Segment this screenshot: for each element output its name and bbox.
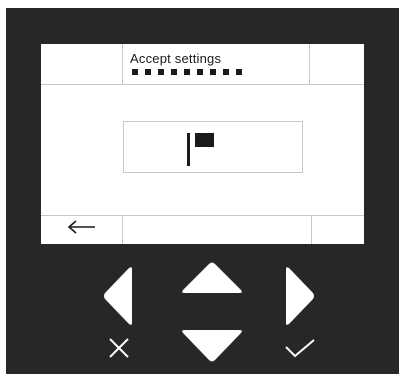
confirm-check-icon <box>285 339 315 358</box>
left-button[interactable] <box>101 266 137 326</box>
flag-icon <box>195 133 214 147</box>
header-left-divider <box>122 44 123 84</box>
triangle-up-icon <box>182 262 242 293</box>
progress-dot <box>197 69 203 75</box>
device-panel: Accept settings <box>6 8 399 374</box>
progress-dot <box>145 69 151 75</box>
progress-dots <box>132 69 249 75</box>
value-field[interactable] <box>123 121 303 173</box>
progress-dot <box>158 69 164 75</box>
triangle-left-icon <box>104 267 132 325</box>
header-divider <box>41 84 364 85</box>
footer-divider <box>41 215 364 216</box>
down-button[interactable] <box>181 328 243 364</box>
progress-dot <box>132 69 138 75</box>
progress-dot <box>236 69 242 75</box>
display-screen: Accept settings <box>41 44 364 244</box>
progress-dot <box>223 69 229 75</box>
right-button[interactable] <box>281 266 317 326</box>
progress-dot <box>210 69 216 75</box>
screen-title: Accept settings <box>130 51 222 66</box>
footer-right-divider <box>311 215 312 244</box>
text-cursor <box>187 133 190 166</box>
footer-left-divider <box>122 215 123 244</box>
triangle-right-icon <box>286 267 314 325</box>
up-button[interactable] <box>181 260 243 296</box>
triangle-down-icon <box>182 330 242 362</box>
header-right-divider <box>309 44 310 84</box>
progress-dot <box>184 69 190 75</box>
back-arrow-icon[interactable] <box>67 220 97 234</box>
progress-dot <box>171 69 177 75</box>
cancel-x-icon <box>109 338 129 358</box>
